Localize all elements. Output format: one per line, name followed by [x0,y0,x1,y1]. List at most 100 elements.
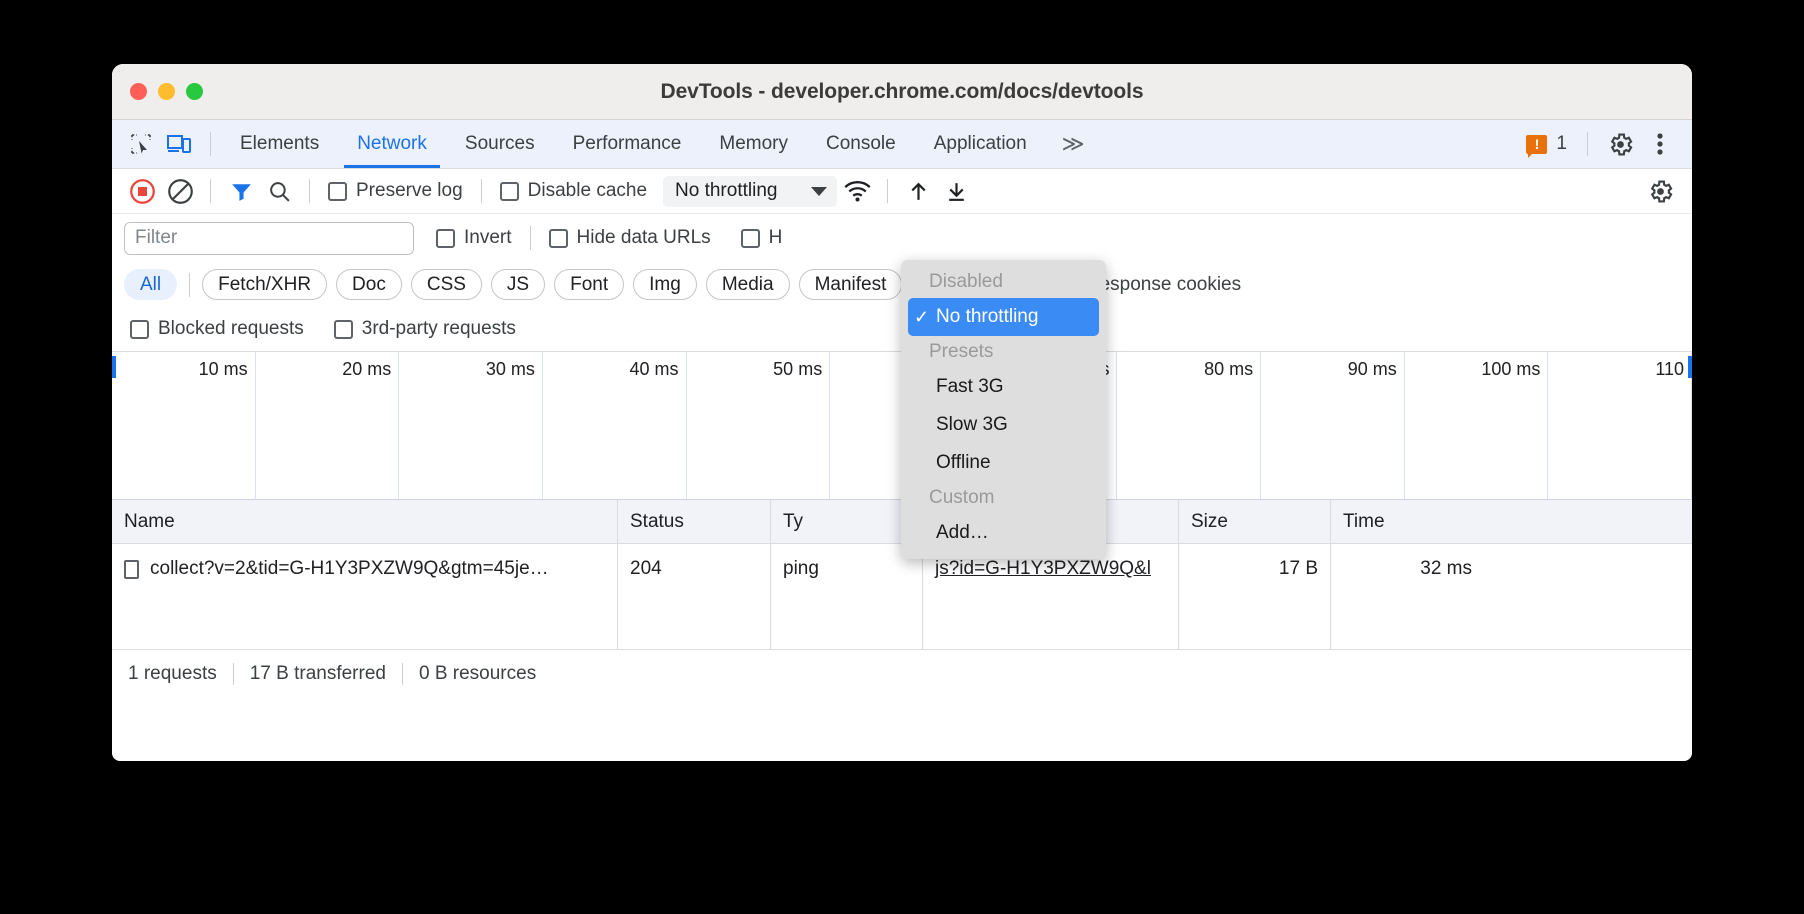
cell-initiator[interactable]: js?id=G-H1Y3PXZW9Q&l [923,544,1179,649]
disable-cache-checkbox[interactable]: Disable cache [494,180,653,202]
wifi-icon[interactable] [839,173,875,209]
record-stop-icon[interactable] [124,173,160,209]
timeline-tick-label: 80 ms [1204,359,1253,380]
tabbar-divider [210,132,211,156]
timeline-tick-label: 90 ms [1348,359,1397,380]
filter-divider-1 [530,226,531,250]
throttling-value: No throttling [675,180,777,202]
request-name: collect?v=2&tid=G-H1Y3PXZW9Q&gtm=45je… [150,558,549,580]
network-filter-row: Invert Hide data URLs H [112,214,1692,262]
network-toolbar: Preserve log Disable cache No throttling [112,169,1692,214]
chip-img[interactable]: Img [633,269,697,300]
initiator-link[interactable]: js?id=G-H1Y3PXZW9Q&l [935,558,1151,580]
chip-manifest[interactable]: Manifest [799,269,903,300]
chip-all[interactable]: All [124,269,177,300]
timeline-tick-label: 50 ms [773,359,822,380]
warning-badge[interactable]: ! 1 [1520,133,1573,155]
blocked-requests-checkbox[interactable]: Blocked requests [124,318,310,340]
export-har-icon[interactable] [938,173,974,209]
menu-group-presets: Presets [901,336,1106,368]
tab-elements[interactable]: Elements [221,120,338,168]
menu-item-label: Slow 3G [936,414,1008,436]
import-har-icon[interactable] [900,173,936,209]
throttling-dropdown[interactable]: No throttling [663,176,837,207]
window-titlebar: DevTools - developer.chrome.com/docs/dev… [112,64,1692,120]
column-header-name[interactable]: Name [112,500,618,543]
throttling-dropdown-menu[interactable]: Disabled ✓ No throttling Presets Fast 3G… [901,260,1106,559]
hidden-checkbox-behind-menu[interactable]: H [735,227,789,249]
invert-checkbox[interactable]: Invert [430,227,518,249]
chip-fetch-xhr[interactable]: Fetch/XHR [202,269,327,300]
checkbox-box [328,182,347,201]
three-dot-menu-icon[interactable] [1642,126,1678,162]
chip-label: CSS [427,274,466,296]
menu-item-offline[interactable]: Offline [908,444,1099,482]
cell-name[interactable]: collect?v=2&tid=G-H1Y3PXZW9Q&gtm=45je… [112,544,618,649]
statusbar-divider-1 [233,663,234,685]
chip-label: Font [570,274,608,296]
chip-font[interactable]: Font [554,269,624,300]
chip-js[interactable]: JS [491,269,545,300]
timeline-tick: 100 ms [1405,352,1549,499]
chip-divider [189,273,190,297]
menu-item-add[interactable]: Add… [908,514,1099,552]
tab-label: Console [826,133,896,155]
tab-network[interactable]: Network [338,120,446,168]
chip-label: All [140,274,161,296]
timeline-tick: 40 ms [543,352,687,499]
third-party-requests-label: 3rd-party requests [362,318,516,340]
chip-doc[interactable]: Doc [336,269,402,300]
menu-item-label: Fast 3G [936,376,1004,398]
column-header-size[interactable]: Size [1179,500,1331,543]
third-party-requests-checkbox[interactable]: 3rd-party requests [328,318,522,340]
chip-label: Doc [352,274,386,296]
menu-item-fast-3g[interactable]: Fast 3G [908,368,1099,406]
search-icon[interactable] [261,173,297,209]
document-icon [124,560,139,579]
tab-console[interactable]: Console [807,120,915,168]
table-row[interactable]: collect?v=2&tid=G-H1Y3PXZW9Q&gtm=45je… 2… [112,544,1692,650]
checkbox-box [549,229,568,248]
timeline-tick: 80 ms [1117,352,1261,499]
timeline-tick: 20 ms [256,352,400,499]
chip-label: Media [722,274,774,296]
menu-item-no-throttling[interactable]: ✓ No throttling [908,298,1099,336]
filter-funnel-icon[interactable] [223,173,259,209]
column-header-status[interactable]: Status [618,500,771,543]
chip-media[interactable]: Media [706,269,790,300]
hide-data-urls-checkbox[interactable]: Hide data URLs [543,227,717,249]
tab-sources[interactable]: Sources [446,120,554,168]
tab-performance[interactable]: Performance [554,120,701,168]
filter-input[interactable] [124,222,414,255]
window-title: DevTools - developer.chrome.com/docs/dev… [112,80,1692,104]
timeline-selection-handle-right[interactable] [1688,356,1692,378]
preserve-log-checkbox[interactable]: Preserve log [322,180,469,202]
chip-label: Fetch/XHR [218,274,311,296]
toolbar-divider-4 [887,179,888,203]
cell-status: 204 [618,544,771,649]
disable-cache-label: Disable cache [528,180,647,202]
tab-memory[interactable]: Memory [700,120,807,168]
chip-css[interactable]: CSS [411,269,482,300]
timeline-tick-label: 110 [1655,359,1684,380]
chip-label: JS [507,274,529,296]
device-toolbar-icon[interactable] [162,127,196,161]
tabbar-right-actions: ! 1 [1520,120,1678,168]
clear-network-log-icon[interactable] [162,173,198,209]
timeline-tick-label: 10 ms [199,359,248,380]
tab-label: Elements [240,133,319,155]
resources-size: 0 B resources [419,663,536,685]
more-tabs-icon[interactable]: ≫ [1046,131,1098,157]
panel-tabs: Elements Network Sources Performance Mem… [221,120,1098,168]
column-header-time[interactable]: Time [1331,500,1484,543]
menu-group-disabled: Disabled [901,266,1106,298]
gear-icon[interactable] [1602,126,1638,162]
menu-item-label: No throttling [936,306,1038,328]
statusbar-divider-2 [402,663,403,685]
timeline-tick-label: 30 ms [486,359,535,380]
tab-label: Sources [465,133,535,155]
tab-application[interactable]: Application [915,120,1046,168]
menu-item-slow-3g[interactable]: Slow 3G [908,406,1099,444]
network-settings-gear-icon[interactable] [1642,173,1678,209]
inspect-element-icon[interactable] [124,127,158,161]
